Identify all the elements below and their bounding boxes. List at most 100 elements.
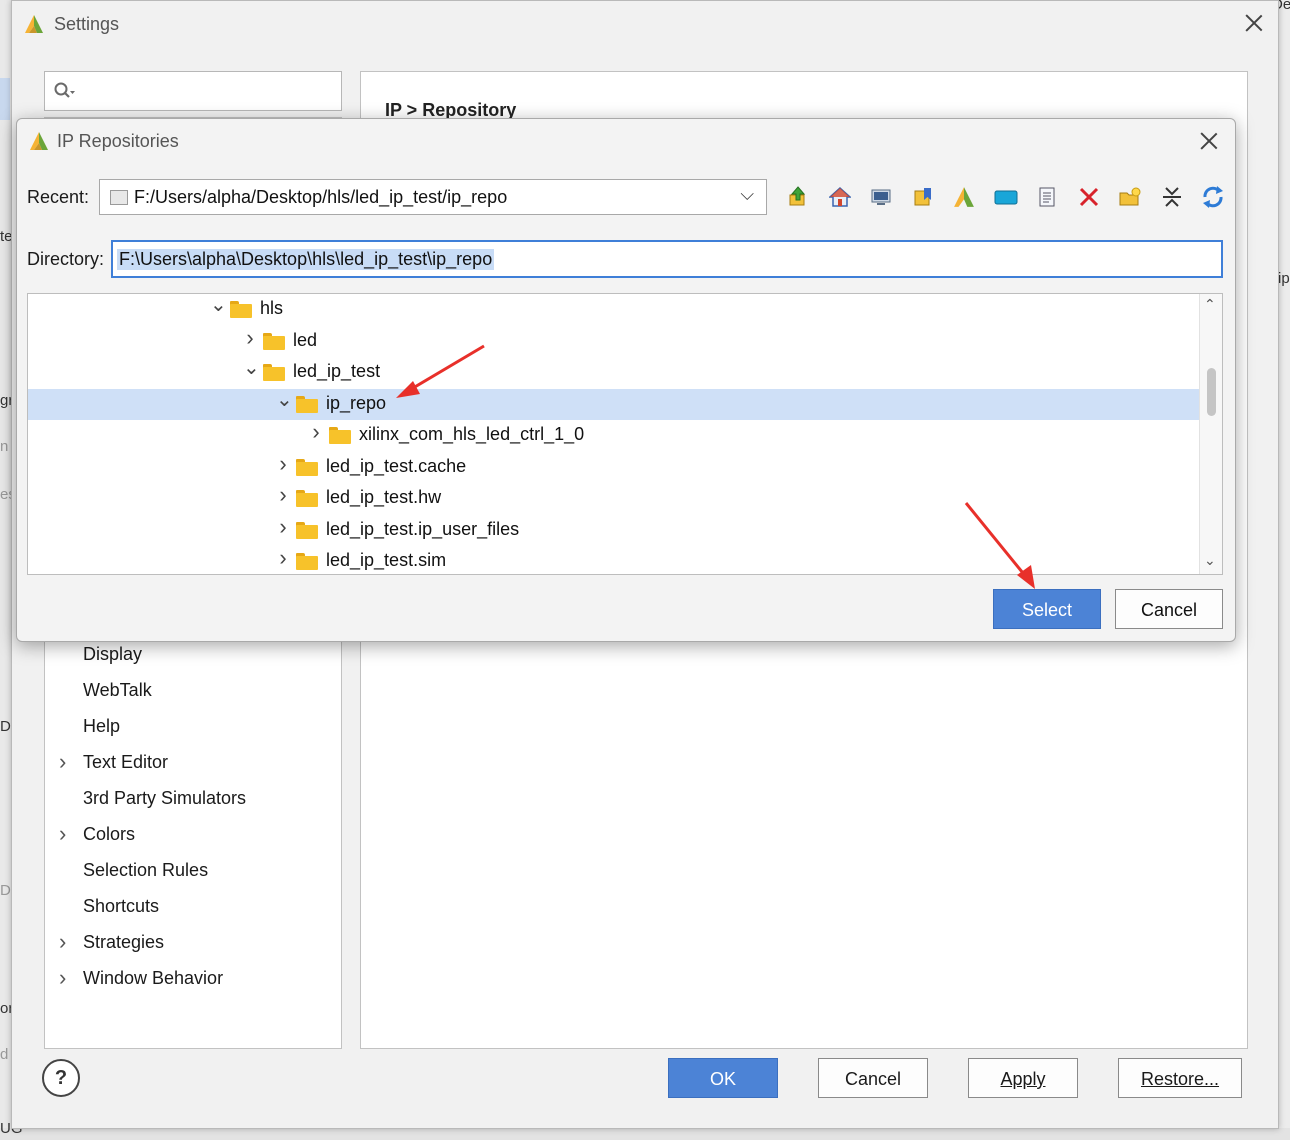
tree-node-label: xilinx_com_hls_led_ctrl_1_0	[359, 424, 585, 444]
ok-button[interactable]: OK	[668, 1058, 778, 1098]
chevron-right-icon[interactable]: ›	[59, 751, 66, 773]
background-selection-stripe	[0, 78, 10, 120]
panel-icon[interactable]	[991, 183, 1021, 211]
chevron-right-icon[interactable]: ›	[59, 967, 66, 989]
chevron-down-icon[interactable]: ⌄	[243, 355, 260, 380]
tree-node-label: led_ip_test	[293, 361, 381, 381]
tree-row[interactable]: › led_ip_test.hw	[28, 483, 1200, 514]
chevron-right-icon[interactable]: ›	[59, 931, 66, 953]
nav-item[interactable]: Strategies	[83, 932, 164, 953]
folder-icon	[296, 553, 318, 570]
tree-row[interactable]: ⌄ hls	[28, 294, 1200, 325]
settings-search-input[interactable]	[44, 71, 342, 111]
tree-node-label: led_ip_test.hw	[326, 487, 442, 507]
ip-repositories-dialog: IP Repositories Recent: F:/Users/alpha/D…	[16, 118, 1236, 642]
nav-item[interactable]: Display	[83, 644, 142, 665]
vivado-logo-icon	[30, 132, 48, 150]
tree-row[interactable]: › led_ip_test.cache	[28, 452, 1200, 483]
select-button[interactable]: Select	[993, 589, 1101, 629]
cancel-button[interactable]: Cancel	[818, 1058, 928, 1098]
collapse-icon[interactable]	[1157, 183, 1187, 211]
ip-dialog-close-icon[interactable]	[1199, 131, 1219, 151]
folder-icon	[230, 301, 252, 318]
restore-label: Restore...	[1140, 1069, 1220, 1089]
directory-field[interactable]: F:\Users\alpha\Desktop\hls\led_ip_test\i…	[111, 240, 1223, 278]
recent-dropdown-value: F:/Users/alpha/Desktop/hls/led_ip_test/i…	[134, 187, 508, 207]
nav-item[interactable]: Window Behavior	[83, 968, 223, 989]
vivado-logo-icon	[25, 15, 43, 33]
tree-row[interactable]: › led_ip_test.ip_user_files	[28, 515, 1200, 546]
chevron-right-icon[interactable]: ›	[309, 421, 323, 443]
document-icon[interactable]	[1032, 183, 1062, 211]
folder-icon	[263, 364, 285, 381]
ip-dialog-titlebar[interactable]: IP Repositories	[17, 119, 1235, 163]
settings-titlebar[interactable]: Settings	[12, 1, 1278, 47]
tree-node-label: ip_repo	[326, 392, 387, 413]
ip-dialog-title: IP Repositories	[57, 130, 179, 151]
nav-item[interactable]: Shortcuts	[83, 896, 159, 917]
help-button[interactable]: ?	[42, 1059, 80, 1097]
background-text-fragment: n	[0, 438, 9, 455]
tree-node-label: hls	[260, 298, 284, 318]
scroll-up-icon[interactable]: ⌃	[1204, 296, 1216, 313]
folder-icon	[110, 190, 128, 205]
recent-label: Recent:	[27, 187, 90, 207]
chevron-right-icon[interactable]: ›	[276, 515, 290, 538]
chevron-down-icon[interactable]: ⌄	[276, 387, 293, 412]
background-text-fragment: d	[0, 1046, 9, 1063]
restore-button[interactable]: Restore...	[1118, 1058, 1242, 1098]
nav-item[interactable]: WebTalk	[83, 680, 152, 701]
background-text-fragment: ip	[1278, 270, 1290, 287]
directory-label: Directory:	[27, 249, 105, 269]
tree-node-label: led_ip_test.cache	[326, 455, 467, 476]
tree-scrollbar[interactable]: ⌃ ⌄	[1199, 294, 1222, 574]
nav-item[interactable]: Colors	[83, 824, 135, 845]
tree-row[interactable]: ⌄ led_ip_test	[28, 357, 1200, 388]
settings-title: Settings	[54, 13, 120, 34]
vivado-project-icon[interactable]	[949, 183, 979, 211]
file-chooser-toolbar	[783, 183, 1240, 213]
chevron-right-icon[interactable]: ›	[276, 484, 290, 506]
background-text-fragment: D	[0, 882, 11, 899]
tree-row[interactable]: ⌄ ip_repo	[28, 387, 1200, 420]
desktop-icon[interactable]	[866, 183, 896, 211]
delete-icon[interactable]	[1074, 183, 1104, 211]
tree-row[interactable]: › led_ip_test.sim	[28, 546, 1200, 574]
folder-icon	[296, 490, 318, 507]
settings-close-icon[interactable]	[1244, 13, 1264, 33]
folder-icon	[296, 521, 318, 539]
background-app-right-edge	[1278, 0, 1290, 1140]
tree-node-label: led_ip_test.sim	[326, 550, 447, 570]
ip-cancel-button[interactable]: Cancel	[1115, 589, 1223, 629]
scroll-thumb[interactable]	[1207, 368, 1216, 416]
apply-label: Apply	[1000, 1069, 1046, 1089]
home-icon[interactable]	[825, 183, 855, 211]
chevron-down-icon: ⌵	[740, 184, 754, 204]
refresh-icon[interactable]	[1198, 183, 1228, 211]
nav-item[interactable]: Selection Rules	[83, 860, 208, 881]
search-icon	[54, 82, 76, 105]
chevron-right-icon[interactable]: ›	[276, 452, 290, 475]
tree-row[interactable]: › led	[28, 326, 1200, 357]
nav-item[interactable]: Text Editor	[83, 752, 168, 773]
folder-icon	[263, 332, 285, 350]
new-folder-icon[interactable]	[1115, 183, 1145, 211]
chevron-down-icon[interactable]: ⌄	[210, 294, 227, 317]
chevron-right-icon[interactable]: ›	[243, 326, 257, 349]
background-app-bottom-edge	[0, 1128, 1290, 1140]
recent-dropdown[interactable]: F:/Users/alpha/Desktop/hls/led_ip_test/i…	[99, 179, 767, 215]
tree-row[interactable]: › xilinx_com_hls_led_ctrl_1_0	[28, 420, 1200, 451]
bookmark-icon[interactable]	[908, 183, 938, 211]
tree-node-label: led	[293, 329, 318, 350]
nav-item[interactable]: 3rd Party Simulators	[83, 788, 246, 809]
chevron-right-icon[interactable]: ›	[276, 547, 290, 569]
apply-button[interactable]: Apply	[968, 1058, 1078, 1098]
folder-icon	[296, 458, 318, 476]
directory-field-value: F:\Users\alpha\Desktop\hls\led_ip_test\i…	[117, 249, 495, 270]
chevron-right-icon[interactable]: ›	[59, 823, 66, 845]
folder-icon	[296, 395, 318, 413]
nav-item[interactable]: Help	[83, 716, 120, 737]
up-folder-icon[interactable]	[783, 183, 813, 211]
scroll-down-icon[interactable]: ⌄	[1204, 552, 1216, 569]
folder-icon	[329, 427, 351, 444]
